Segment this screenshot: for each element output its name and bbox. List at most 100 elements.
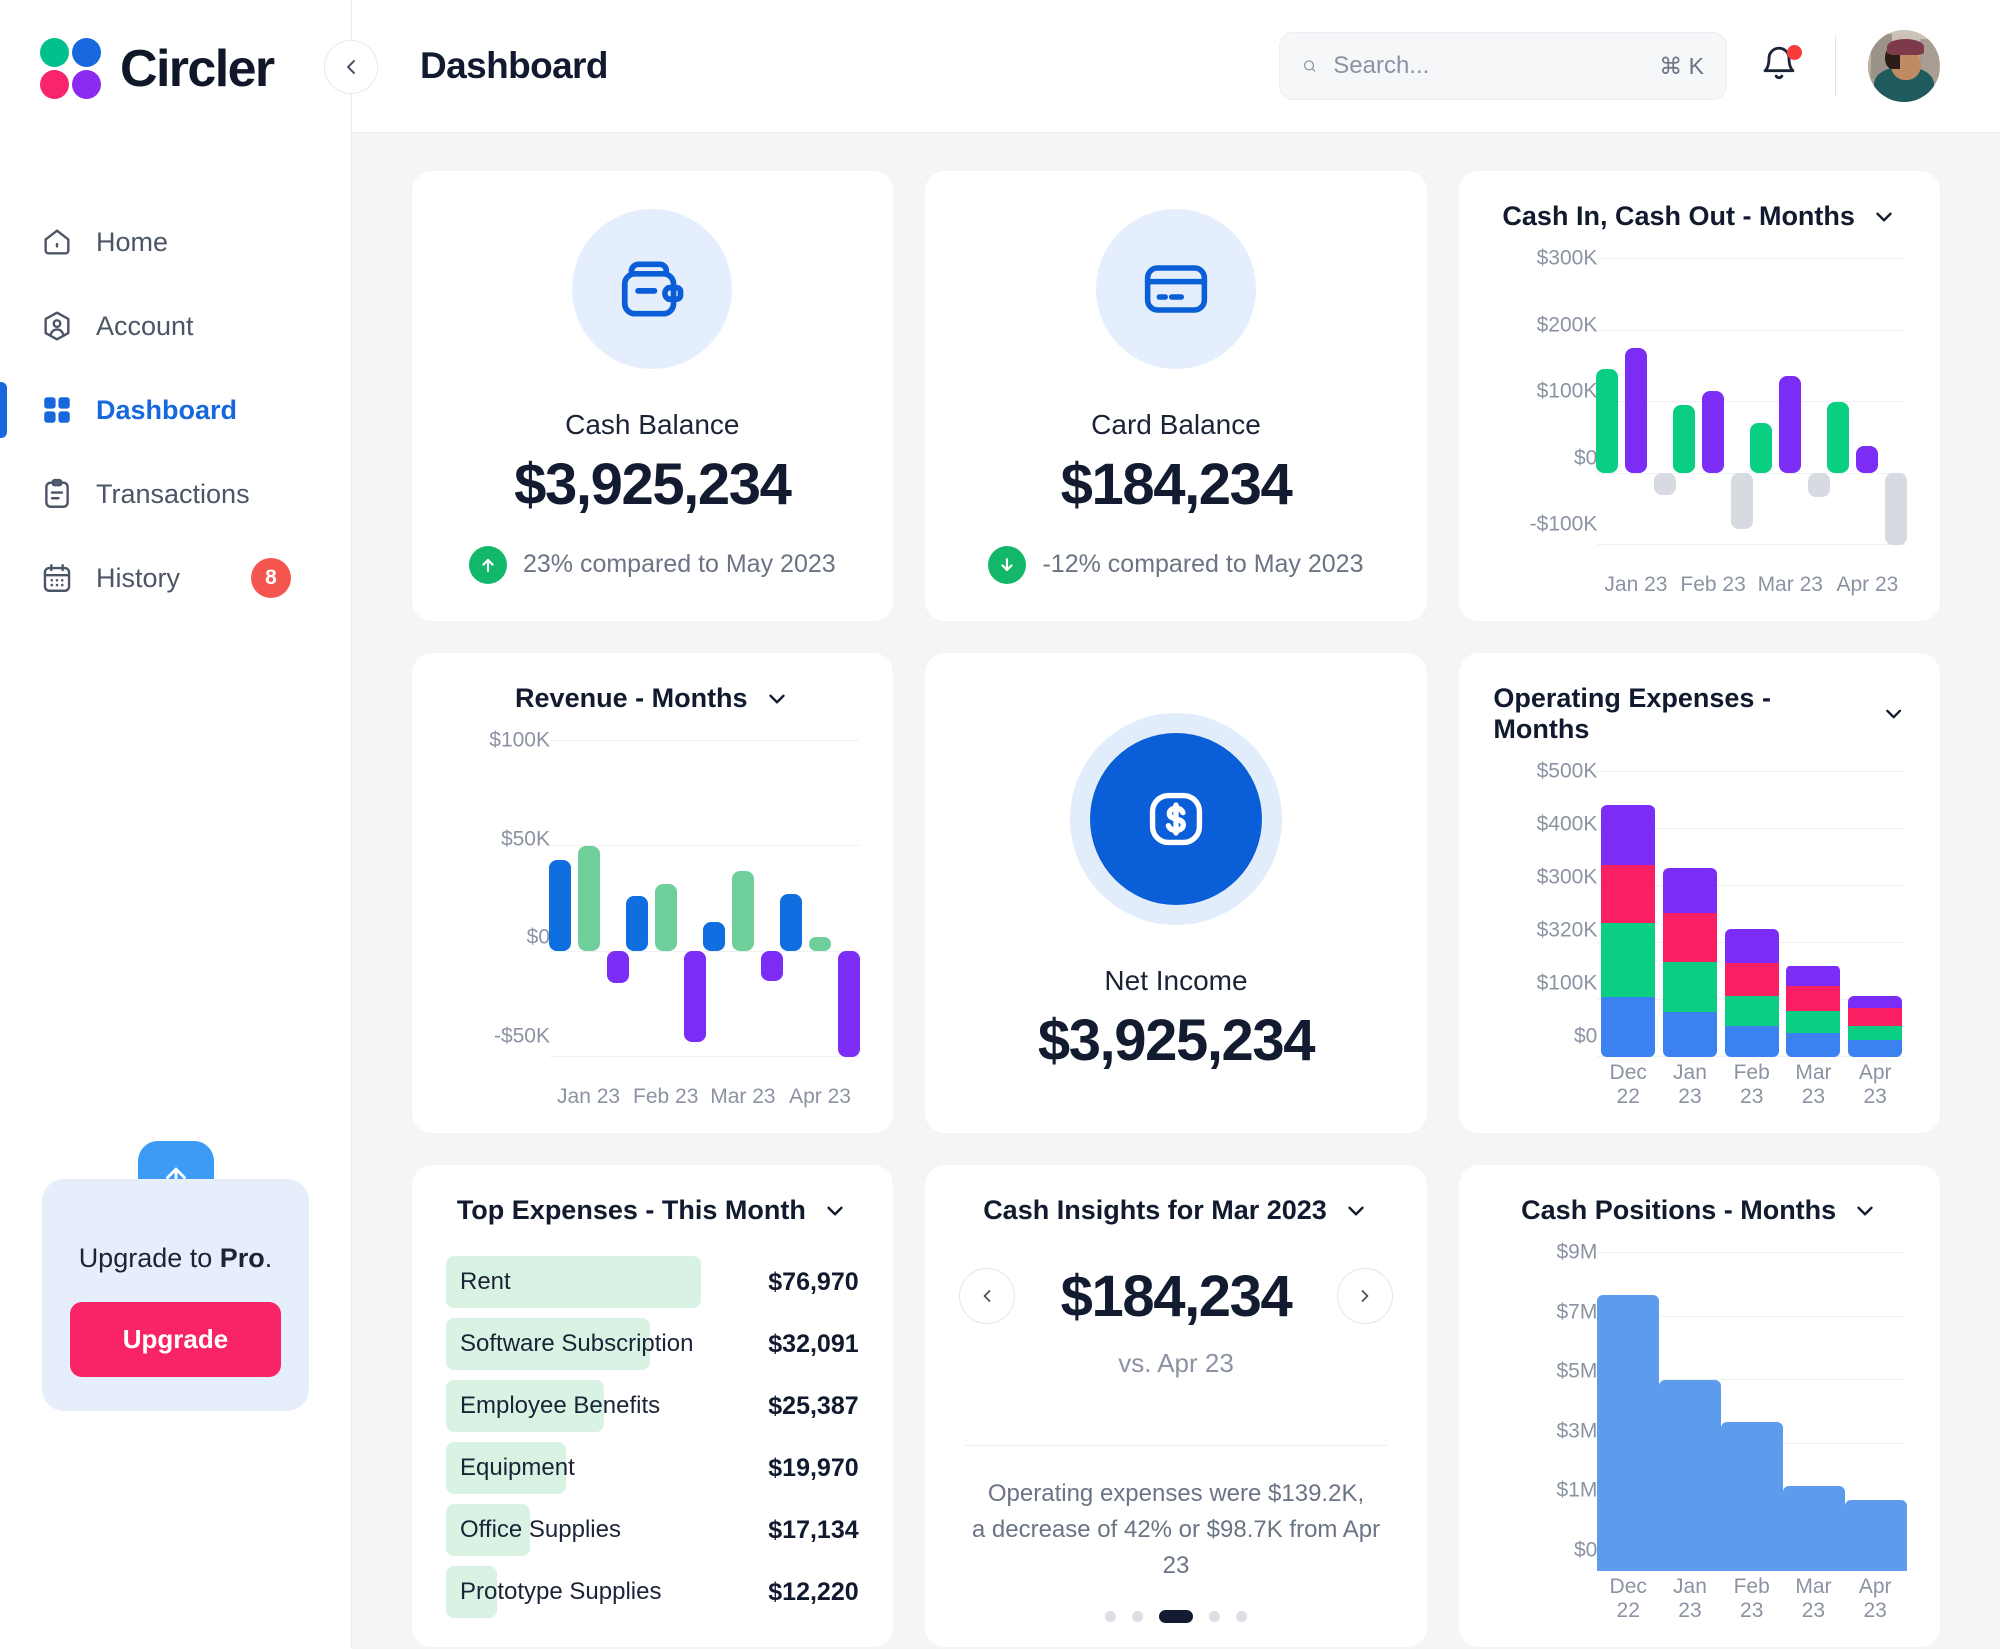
bar-segment bbox=[1848, 1008, 1903, 1026]
revenue-plot: $100K $50K $0 -$50K Jan 23 Feb 23 Mar 23 Apr 2… bbox=[446, 730, 861, 1109]
arrow-up-icon bbox=[468, 545, 507, 584]
sidebar-item-home[interactable]: Home bbox=[0, 200, 351, 284]
expense-amount: $12,220 bbox=[768, 1577, 859, 1606]
expense-bar-wrap: Prototype Supplies bbox=[446, 1566, 701, 1618]
x-axis-tick: Mar 23 bbox=[1795, 1575, 1832, 1622]
sidebar-nav: Home Account Dashboard Transactions Hist… bbox=[0, 200, 351, 620]
expense-name: Equipment bbox=[460, 1454, 575, 1481]
notifications-button[interactable] bbox=[1759, 44, 1803, 88]
x-axis-tick: Apr 23 bbox=[789, 1085, 851, 1108]
bar bbox=[1624, 347, 1647, 474]
main-area: Dashboard ⌘ K bbox=[352, 0, 2000, 1649]
bar bbox=[1856, 446, 1879, 474]
sidebar: Circler Home Account Dashboard Transacti… bbox=[0, 0, 378, 1649]
expense-amount: $17,134 bbox=[768, 1515, 859, 1544]
card-balance-delta: -12% compared to May 2023 bbox=[988, 545, 1364, 584]
bar-segment bbox=[1848, 1039, 1903, 1057]
operating-expenses-title[interactable]: Operating Expenses - Months bbox=[1493, 683, 1906, 745]
chevron-down-icon bbox=[1876, 212, 1892, 221]
expense-bar-wrap: Employee Benefits bbox=[446, 1380, 701, 1432]
chart-title-label: Top Expenses - This Month bbox=[456, 1195, 806, 1225]
y-axis-tick: $100K bbox=[489, 728, 550, 752]
stacked-bar bbox=[1601, 805, 1656, 1057]
bar bbox=[1659, 1379, 1722, 1571]
bar bbox=[625, 896, 648, 952]
home-icon bbox=[44, 229, 70, 255]
sidebar-item-history[interactable]: History 8 bbox=[0, 536, 351, 620]
brand-logo[interactable]: Circler bbox=[0, 0, 351, 100]
table-row: Rent $76,970 bbox=[446, 1256, 859, 1308]
carousel-dot[interactable] bbox=[1132, 1611, 1143, 1622]
bar bbox=[1750, 423, 1773, 474]
x-axis-labels: Dec 22 Jan 23 Feb 23 Mar 23 Apr 23 bbox=[1597, 1575, 1906, 1623]
y-axis-tick: $50K bbox=[500, 827, 550, 851]
chart-title-label: Cash In, Cash Out - Months bbox=[1502, 201, 1855, 231]
bar-group bbox=[1597, 771, 1659, 1057]
avatar[interactable] bbox=[1868, 30, 1940, 102]
y-axis-tick: $1M bbox=[1556, 1478, 1598, 1502]
bar-segment bbox=[1601, 865, 1656, 923]
cash-positions-title[interactable]: Cash Positions - Months bbox=[1493, 1195, 1906, 1226]
upgrade-headline: Upgrade to Pro. bbox=[70, 1243, 281, 1274]
x-axis-tick: Feb 23 bbox=[1680, 573, 1746, 596]
header-divider bbox=[1835, 35, 1836, 97]
bar-segment bbox=[1848, 995, 1903, 1009]
bar-group bbox=[1783, 1252, 1846, 1571]
search-input[interactable] bbox=[1333, 52, 1644, 80]
y-axis-labels: $9M $7M $5M $3M $1M $0 bbox=[1493, 1242, 1598, 1623]
y-axis-tick: $5M bbox=[1556, 1359, 1598, 1383]
sidebar-collapse-button[interactable] bbox=[324, 40, 378, 94]
revenue-title[interactable]: Revenue - Months bbox=[446, 683, 859, 714]
x-axis-tick: Mar 23 bbox=[1757, 573, 1823, 596]
expense-amount: $25,387 bbox=[768, 1391, 859, 1420]
bar-segment bbox=[1662, 962, 1717, 1013]
cash-in-cash-out-chart-card: Cash In, Cash Out - Months $300K $200K $10… bbox=[1459, 171, 1940, 621]
cash-insights-next-button[interactable] bbox=[1337, 1268, 1394, 1324]
carousel-dot[interactable] bbox=[1105, 1611, 1116, 1622]
bar-group bbox=[1597, 1252, 1660, 1571]
chart-title-label: Revenue - Months bbox=[515, 683, 748, 713]
cash-balance-label: Cash Balance bbox=[565, 408, 740, 440]
bar-group bbox=[1659, 771, 1721, 1057]
chevron-down-icon bbox=[768, 694, 785, 703]
notification-unread-dot bbox=[1787, 45, 1802, 60]
sidebar-item-label: Account bbox=[96, 310, 194, 341]
chevron-left-icon bbox=[347, 60, 355, 74]
stacked-bar bbox=[1662, 867, 1717, 1057]
upgrade-button[interactable]: Upgrade bbox=[70, 1302, 281, 1377]
app-root: Circler Home Account Dashboard Transacti… bbox=[0, 0, 2000, 1649]
net-income-value: $3,925,234 bbox=[1037, 1007, 1316, 1073]
net-income-label: Net Income bbox=[1104, 964, 1248, 996]
cash-insights-title[interactable]: Cash Insights for Mar 2023 bbox=[959, 1195, 1394, 1226]
y-axis-tick: $400K bbox=[1536, 812, 1598, 836]
y-axis-labels: $100K $50K $0 -$50K bbox=[446, 730, 550, 1109]
bar-segment bbox=[1662, 1012, 1717, 1057]
carousel-dot[interactable] bbox=[1209, 1611, 1220, 1622]
cash-insights-prev-button[interactable] bbox=[958, 1268, 1015, 1324]
sidebar-item-account[interactable]: Account bbox=[0, 284, 351, 368]
y-axis-tick: $500K bbox=[1536, 759, 1598, 783]
carousel-dot[interactable] bbox=[1159, 1610, 1193, 1623]
header-actions: ⌘ K bbox=[1279, 30, 1940, 102]
stacked-bar bbox=[1848, 995, 1903, 1057]
bar bbox=[1597, 1294, 1660, 1571]
cash-in-cash-out-title[interactable]: Cash In, Cash Out - Months bbox=[1493, 201, 1906, 232]
cash-insights-card: Cash Insights for Mar 2023 $184,234 vs. … bbox=[924, 1165, 1428, 1647]
expense-amount: $76,970 bbox=[768, 1267, 859, 1296]
sidebar-item-transactions[interactable]: Transactions bbox=[0, 452, 351, 536]
operating-expenses-plot: $500K $400K $300K $320K $100K $0 Dec 22 Jan 23… bbox=[1493, 761, 1906, 1109]
bar-group bbox=[1659, 1252, 1722, 1571]
cash-insights-note-line1: Operating expenses were $139.2K, bbox=[987, 1480, 1365, 1507]
table-row: Prototype Supplies $12,220 bbox=[446, 1566, 859, 1618]
bar-segment bbox=[1601, 922, 1656, 997]
x-axis-tick: Jan 23 bbox=[557, 1085, 621, 1108]
expense-bar-wrap: Rent bbox=[446, 1256, 701, 1308]
search-box[interactable]: ⌘ K bbox=[1279, 32, 1727, 100]
bar-group bbox=[1845, 1252, 1908, 1571]
bar-groups bbox=[548, 740, 861, 1057]
carousel-dot[interactable] bbox=[1236, 1611, 1247, 1622]
bar bbox=[548, 860, 571, 952]
top-expenses-title[interactable]: Top Expenses - This Month bbox=[446, 1195, 859, 1226]
bar-group bbox=[1783, 771, 1845, 1057]
sidebar-item-dashboard[interactable]: Dashboard bbox=[0, 368, 351, 452]
